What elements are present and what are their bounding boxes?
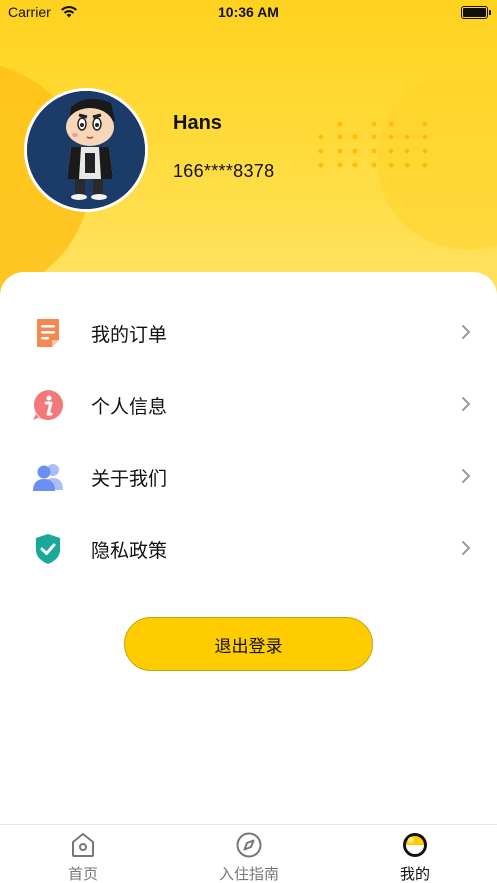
chevron-right-icon xyxy=(462,397,471,411)
menu-item-label: 个人信息 xyxy=(91,396,168,418)
menu-item-orders[interactable]: 我的订单 xyxy=(0,300,497,364)
menu-item-label: 关于我们 xyxy=(91,468,168,490)
menu-item-label: 我的订单 xyxy=(91,324,168,346)
order-icon xyxy=(37,319,59,347)
username: Hans xyxy=(173,112,222,134)
tab-mine[interactable]: 我的 xyxy=(332,825,497,883)
clock: 10:36 AM xyxy=(218,4,279,20)
menu-item-personal-info[interactable]: 个人信息 xyxy=(0,372,497,436)
tab-label: 我的 xyxy=(399,865,430,883)
menu-item-privacy-policy[interactable]: 隐私政策 xyxy=(0,516,497,580)
tab-home[interactable]: 首页 xyxy=(0,825,166,883)
avatar-illustration xyxy=(27,91,145,209)
logout-button[interactable]: 退出登录 xyxy=(124,617,373,671)
info-icon xyxy=(33,390,64,420)
chevron-right-icon xyxy=(462,541,471,555)
menu-item-about-us[interactable]: 关于我们 xyxy=(0,444,497,508)
profile-icon xyxy=(403,833,427,857)
battery-icon xyxy=(461,6,491,19)
chevron-right-icon xyxy=(462,325,471,339)
tab-label: 入住指南 xyxy=(218,865,279,883)
avatar[interactable] xyxy=(24,88,148,212)
shield-check-icon xyxy=(36,534,60,564)
chevron-right-icon xyxy=(462,469,471,483)
tab-bar: 首页 入住指南 我的 xyxy=(0,824,497,883)
decorative-dots xyxy=(318,121,428,168)
home-icon xyxy=(72,833,94,857)
compass-icon xyxy=(236,832,262,858)
tab-label: 首页 xyxy=(67,865,98,883)
tab-check-in-guide[interactable]: 入住指南 xyxy=(166,825,332,883)
menu-item-label: 隐私政策 xyxy=(91,540,168,562)
status-bar: Carrier 10:36 AM xyxy=(0,0,497,26)
phone-number: 166****8378 xyxy=(173,161,275,181)
users-icon xyxy=(33,464,63,491)
